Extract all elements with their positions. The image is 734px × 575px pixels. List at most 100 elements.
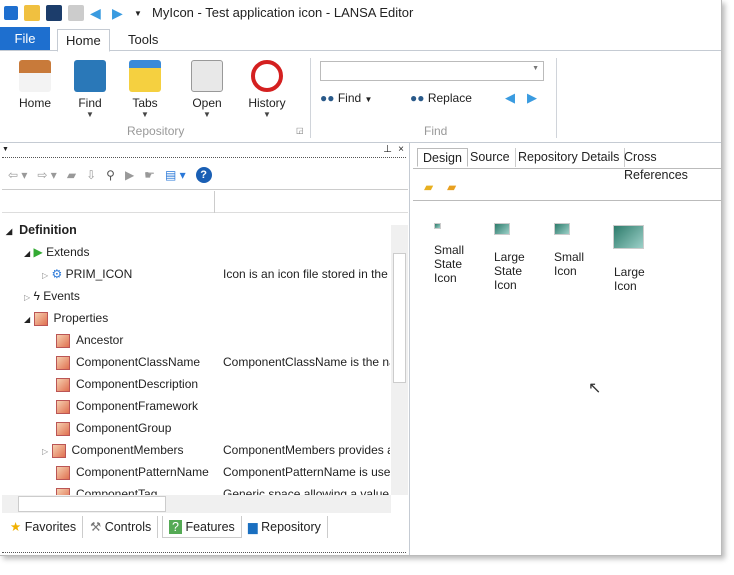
replace-button[interactable]: ●● Replace [410, 91, 472, 105]
design-divider [413, 200, 721, 201]
forward-arrow-icon[interactable]: ▶ [112, 5, 128, 21]
checkin-icon[interactable]: ⇩ [86, 168, 96, 182]
tab-file[interactable]: File [0, 27, 50, 50]
tree-node-definition[interactable]: ◢ Definition [6, 219, 77, 241]
large-icon-preview[interactable] [613, 225, 644, 249]
replace-label: Replace [427, 91, 472, 105]
open-folder-icon[interactable] [24, 5, 40, 21]
pane-grip-bottom[interactable] [2, 541, 406, 553]
tree-node-property[interactable]: ▷ ComponentMembers [42, 439, 184, 461]
run-icon[interactable]: ▶ [125, 168, 134, 182]
save-icon[interactable] [46, 5, 62, 21]
binoculars-monitor-icon [74, 60, 106, 92]
close-icon[interactable]: × [398, 144, 404, 155]
import-folder-icon[interactable]: ▰ [424, 180, 433, 194]
help-icon[interactable]: ? [195, 166, 212, 183]
tree-node-prim-icon[interactable]: ▷ ⚙ PRIM_ICON [42, 263, 132, 285]
replace-binoculars-icon: ●● [410, 91, 425, 105]
property-icon [56, 377, 70, 392]
tabs-icon [129, 60, 161, 92]
tree-node-property[interactable]: ComponentGroup [56, 417, 171, 439]
scrollbar-thumb[interactable] [18, 496, 166, 512]
tab-source[interactable]: Source [465, 148, 516, 167]
chevron-down-icon[interactable]: ▼ [532, 65, 539, 72]
small-state-icon-preview[interactable] [434, 223, 441, 229]
extends-icon: ▶ [33, 245, 43, 259]
tools-icon: ⚒ [90, 520, 102, 534]
tab-cross-references[interactable]: Cross References [619, 148, 721, 182]
tab-repository-details[interactable]: Repository Details [513, 148, 626, 167]
tree-node-property[interactable]: ComponentFramework [56, 395, 198, 417]
tree-list: ◢ Definition ◢ ▶ Extends ▷ ⚙ PRIM_ICON I… [2, 219, 390, 495]
find-previous-icon[interactable]: ◀ [505, 90, 515, 106]
tree-node-extends[interactable]: ◢ ▶ Extends [24, 241, 89, 263]
back-icon[interactable]: ⇦ ▾ [8, 168, 27, 182]
monitor-icon: ▆ [248, 520, 258, 534]
tree-node-property[interactable]: ComponentTag [56, 483, 157, 495]
chevron-down-icon: ▼ [141, 110, 149, 119]
find-dropdown-button[interactable]: ●● Find ▼ [320, 91, 372, 105]
chevron-down-icon: ▼ [263, 110, 271, 119]
horizontal-scrollbar[interactable] [2, 495, 391, 513]
tab-favorites[interactable]: ★ Favorites [4, 516, 84, 538]
tab-repository[interactable]: ▆ Repository [242, 516, 328, 538]
history-button[interactable]: History ▼ [242, 60, 292, 120]
group-label-repository: Repository [127, 124, 185, 138]
tab-home[interactable]: Home [57, 29, 110, 52]
checkin-icon[interactable] [68, 5, 84, 21]
checkout-icon[interactable]: ▰ [67, 168, 76, 182]
tree-node-property[interactable]: Ancestor [56, 329, 123, 351]
property-icon [56, 399, 70, 414]
group-separator [310, 58, 311, 138]
vertical-scrollbar[interactable] [391, 225, 408, 495]
large-state-icon-preview[interactable] [494, 223, 510, 235]
tree-node-events[interactable]: ▷ ϟ Events [24, 285, 80, 307]
point-icon[interactable]: ☛ [144, 168, 155, 182]
tab-tools[interactable]: Tools [120, 29, 166, 52]
back-arrow-icon[interactable]: ◀ [90, 5, 106, 21]
property-icon [56, 487, 70, 495]
search-icon[interactable]: ⚲ [106, 168, 115, 182]
expanded-icon: ◢ [6, 227, 13, 236]
editor-window: ◀ ▶ ▼ MyIcon - Test application icon - L… [0, 0, 722, 556]
tree-node-properties[interactable]: ◢ Properties [24, 307, 108, 329]
scrollbar-thumb[interactable] [393, 253, 406, 383]
chevron-down-icon: ▼ [364, 95, 373, 104]
lightning-icon: ϟ [33, 289, 40, 303]
pin-icon[interactable]: ⊥ [383, 144, 392, 155]
features-icon: ? [169, 520, 182, 534]
pane-grip[interactable]: ▼ ⊥ × [2, 144, 406, 158]
window-title: MyIcon - Test application icon - LANSA E… [152, 5, 414, 20]
group-label-find: Find [424, 124, 448, 138]
home-label: Home [18, 96, 51, 110]
home-button[interactable]: Home [10, 60, 60, 110]
view-icon[interactable]: ▤ ▾ [165, 168, 186, 182]
tree-node-property[interactable]: ComponentDescription [56, 373, 198, 395]
qat-customize-icon[interactable]: ▼ [134, 9, 142, 18]
tree-desc: ComponentMembers provides a [223, 443, 390, 457]
open-button[interactable]: Open ▼ [182, 60, 232, 120]
tabs-button[interactable]: Tabs ▼ [120, 60, 170, 120]
large-state-icon-label: Large State Icon [494, 250, 525, 292]
chevron-down-icon: ▼ [203, 110, 211, 119]
gear-icon: ⚙ [51, 267, 63, 281]
tab-controls[interactable]: ⚒ Controls [84, 516, 159, 538]
tree-node-property[interactable]: ComponentClassName [56, 351, 200, 373]
star-icon: ★ [10, 520, 22, 534]
group-separator [556, 58, 557, 138]
mouse-cursor-icon: ↖ [588, 380, 602, 397]
tab-design[interactable]: Design [417, 148, 468, 167]
forward-icon[interactable]: ⇨ ▾ [37, 168, 56, 182]
large-icon-label: Large Icon [614, 265, 645, 293]
property-icon [33, 311, 48, 326]
dialog-launcher-icon[interactable]: ◲ [296, 126, 304, 135]
find-combo[interactable]: ▼ [320, 61, 544, 81]
tree-node-property[interactable]: ComponentPatternName [56, 461, 209, 483]
small-icon-preview[interactable] [554, 223, 570, 235]
app-logo-icon [4, 6, 18, 20]
find-button[interactable]: Find ▼ [65, 60, 115, 120]
property-icon [51, 443, 66, 458]
tab-features[interactable]: ? Features [162, 516, 242, 538]
export-folder-icon[interactable]: ▰ [447, 180, 456, 194]
find-next-icon[interactable]: ▶ [527, 90, 537, 106]
